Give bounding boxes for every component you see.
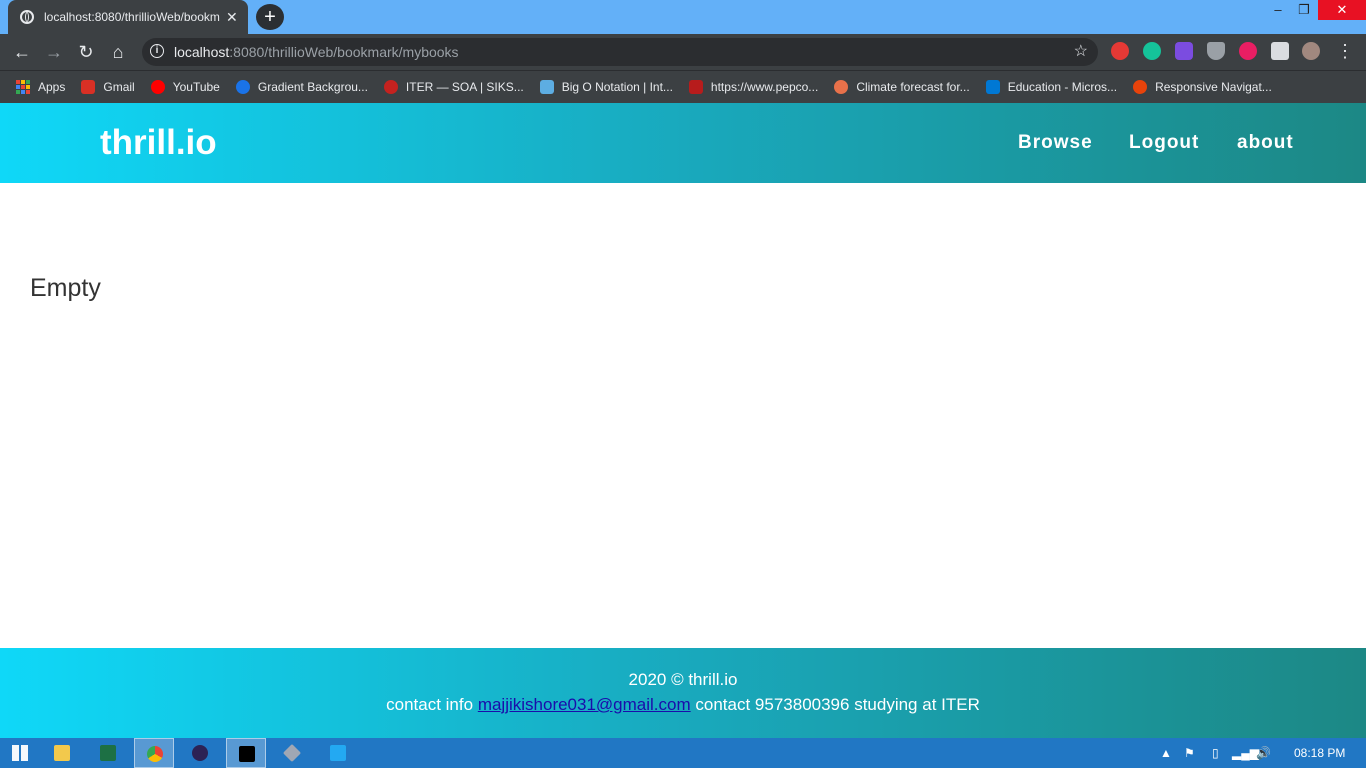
windows-start-icon xyxy=(12,745,28,761)
email-link[interactable]: majjikishore031@gmail.com xyxy=(478,695,691,714)
contact-prefix: contact info xyxy=(386,695,474,714)
bookmark-label: YouTube xyxy=(172,80,220,94)
vscode-icon xyxy=(330,745,346,761)
home-button[interactable]: ⌂ xyxy=(102,34,134,70)
education-icon xyxy=(985,80,1000,94)
site-footer: 2020 © thrill.io contact info majjikisho… xyxy=(0,648,1366,738)
eclipse-icon xyxy=(192,745,208,761)
gmail-icon xyxy=(81,80,96,94)
taskbar-excel[interactable] xyxy=(88,738,128,768)
pepco-icon xyxy=(688,80,703,94)
browser-toolbar: ← → ↻ ⌂ i localhost:8080/thrillioWeb/boo… xyxy=(0,34,1366,70)
cn-icon xyxy=(1133,80,1148,94)
bookmark-star-icon[interactable]: ☆ xyxy=(1074,38,1088,66)
bookmark-label: Responsive Navigat... xyxy=(1155,80,1272,94)
excel-icon xyxy=(100,745,116,761)
bookmark-label: Climate forecast for... xyxy=(856,80,970,94)
volume-icon[interactable]: 🔊 xyxy=(1256,738,1271,768)
tab-title: localhost:8080/thrillioWeb/bookmark/mybo… xyxy=(44,10,220,24)
minimize-button[interactable]: – xyxy=(1266,0,1290,20)
empty-state-text: Empty xyxy=(30,274,101,302)
bookmark-bigo[interactable]: Big O Notation | Int... xyxy=(539,80,673,94)
nav-logout-link[interactable]: Logout xyxy=(1129,103,1199,183)
iter-icon xyxy=(383,80,398,94)
purple-extension-icon[interactable] xyxy=(1175,42,1193,60)
new-tab-button[interactable]: + xyxy=(256,4,284,30)
bookmark-education[interactable]: Education - Micros... xyxy=(985,80,1118,94)
taskbar-git[interactable] xyxy=(272,738,312,768)
bookmark-label: Gradient Backgrou... xyxy=(257,80,368,94)
bookmark-label: Apps xyxy=(38,80,66,94)
reload-button[interactable]: ↻ xyxy=(70,34,102,70)
bookmark-label: ITER — SOA | SIKS... xyxy=(405,80,524,94)
bookmark-gradient[interactable]: Gradient Backgrou... xyxy=(235,80,368,94)
git-icon xyxy=(282,743,302,763)
bookmark-youtube[interactable]: YouTube xyxy=(150,80,220,94)
bookmark-label: Gmail xyxy=(103,80,135,94)
brand-logo[interactable]: thrill.io xyxy=(100,103,217,183)
bookmark-pepco[interactable]: https://www.pepco... xyxy=(688,80,819,94)
url-text[interactable]: localhost:8080/thrillioWeb/bookmark/mybo… xyxy=(174,38,459,66)
bookmarks-bar: Apps Gmail YouTube Gradient Backgrou... … xyxy=(0,70,1366,103)
chrome-menu-icon[interactable]: ⋮ xyxy=(1336,34,1354,70)
site-info-icon[interactable]: i xyxy=(150,44,164,58)
bookmark-climate[interactable]: Climate forecast for... xyxy=(834,80,970,94)
clock-time[interactable]: 08:18 PM xyxy=(1294,738,1345,768)
footer-contact: contact info majjikishore031@gmail.com c… xyxy=(0,695,1366,715)
gradient-icon xyxy=(235,80,250,94)
file-explorer-icon xyxy=(54,745,70,761)
site-header: thrill.io Browse Logout about xyxy=(0,103,1366,183)
chrome-icon xyxy=(147,746,163,762)
intellij-icon xyxy=(239,746,255,762)
taskbar-intellij[interactable] xyxy=(226,738,266,768)
adblock-extension-icon[interactable] xyxy=(1111,42,1129,60)
bookmark-iter[interactable]: ITER — SOA | SIKS... xyxy=(383,80,524,94)
bookmark-gmail[interactable]: Gmail xyxy=(81,80,135,94)
windows-taskbar: ▲ ⚑ ▯ ▂▄▆ 🔊 08:18 PM xyxy=(0,738,1366,768)
network-warning-icon[interactable]: ⚑ xyxy=(1184,738,1195,768)
window-close-button[interactable]: ✕ xyxy=(1318,0,1366,20)
restore-button[interactable]: ❐ xyxy=(1292,0,1316,20)
taskbar-file-explorer[interactable] xyxy=(42,738,82,768)
browser-tab[interactable]: localhost:8080/thrillioWeb/bookmark/mybo… xyxy=(8,0,248,34)
forward-button[interactable]: → xyxy=(38,34,70,70)
tray-chevron-icon[interactable]: ▲ xyxy=(1160,738,1172,768)
nav-about-link[interactable]: about xyxy=(1237,103,1294,183)
footer-copyright: 2020 © thrill.io xyxy=(628,670,738,689)
url-host: localhost xyxy=(174,44,230,60)
contact-suffix: contact 9573800396 studying at ITER xyxy=(695,695,980,714)
browser-tab-strip: localhost:8080/thrillioWeb/bookmark/mybo… xyxy=(0,0,1366,34)
grammarly-extension-icon[interactable] xyxy=(1143,42,1161,60)
climate-icon xyxy=(834,80,849,94)
taskbar-chrome[interactable] xyxy=(134,738,174,768)
url-path: :8080/thrillioWeb/bookmark/mybooks xyxy=(229,44,459,60)
phone-icon[interactable]: ▯ xyxy=(1212,738,1219,768)
nav-browse-link[interactable]: Browse xyxy=(1018,103,1093,183)
profile-avatar[interactable] xyxy=(1302,42,1320,60)
youtube-icon xyxy=(150,80,165,94)
taskbar-eclipse[interactable] xyxy=(180,738,220,768)
bookmark-label: https://www.pepco... xyxy=(710,80,819,94)
address-bar[interactable]: i localhost:8080/thrillioWeb/bookmark/my… xyxy=(142,38,1098,66)
bookmark-label: Big O Notation | Int... xyxy=(561,80,673,94)
bookmark-responsive-nav[interactable]: Responsive Navigat... xyxy=(1133,80,1272,94)
shield-extension-icon[interactable] xyxy=(1207,42,1225,60)
extensions-puzzle-icon[interactable] xyxy=(1271,42,1289,60)
bookmark-apps[interactable]: Apps xyxy=(16,80,65,94)
back-button[interactable]: ← xyxy=(6,34,38,70)
moon-extension-icon[interactable] xyxy=(1239,42,1257,60)
globe-icon xyxy=(20,10,34,24)
windows-start-button[interactable] xyxy=(0,738,40,768)
signal-icon[interactable]: ▂▄▆ xyxy=(1232,738,1259,768)
tab-close-icon[interactable]: ✕ xyxy=(226,9,238,26)
taskbar-vscode[interactable] xyxy=(318,738,358,768)
bookmark-label: Education - Micros... xyxy=(1007,80,1118,94)
apps-grid-icon xyxy=(16,80,30,94)
bigo-icon xyxy=(539,80,554,94)
